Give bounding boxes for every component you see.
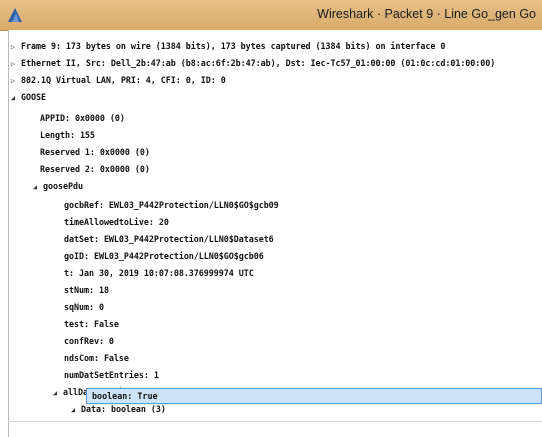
tree-item-numdatsetentries[interactable]: numDatSetEntries: 1 [64,367,159,383]
wireshark-fin-icon [8,8,22,22]
tree-item-label: Length: 155 [40,130,95,140]
tree-item-label: t: Jan 30, 2019 10:07:08.376999974 UTC [64,268,254,278]
tree-item-boolean-selected[interactable]: boolean: True [86,388,542,404]
triangle-down-icon[interactable]: ◢ [8,90,18,106]
tree-item-label: Reserved 2: 0x0000 (0) [40,164,150,174]
tree-item-label: test: False [64,319,119,329]
triangle-down-icon[interactable]: ◢ [50,385,60,401]
triangle-right-icon[interactable]: ▷ [8,39,18,55]
window-title: Wireshark · Packet 9 · Line Go_gen Go [317,7,536,21]
tree-item-label: goID: EWL03_P442Protection/LLN0$GO$gcb06 [64,251,264,261]
tree-item-datset[interactable]: datSet: EWL03_P442Protection/LLN0$Datase… [64,231,274,247]
tree-item-vlan[interactable]: ▷ 802.1Q Virtual LAN, PRI: 4, CFI: 0, ID:… [8,72,226,88]
triangle-right-icon[interactable]: ▷ [8,73,18,89]
pane-divider [8,421,542,422]
tree-item-label: numDatSetEntries: 1 [64,370,159,380]
triangle-down-icon[interactable]: ◢ [68,402,78,418]
tree-item-ethernet[interactable]: ▷ Ethernet II, Src: Dell_2b:47:ab (b8:ac:… [8,55,495,71]
tree-item-label: Data: boolean (3) [81,404,166,414]
tree-item-label: timeAllowedtoLive: 20 [64,217,169,227]
tree-item-appid[interactable]: APPID: 0x0000 (0) [40,110,125,126]
tree-item-label: sqNum: 0 [64,302,104,312]
tree-item-test[interactable]: test: False [64,316,119,332]
tree-item-label: confRev: 0 [64,336,114,346]
tree-item-label: datSet: EWL03_P442Protection/LLN0$Datase… [64,234,274,244]
tree-item-length[interactable]: Length: 155 [40,127,95,143]
tree-item-sqnum[interactable]: sqNum: 0 [64,299,104,315]
tree-item-stnum[interactable]: stNum: 18 [64,282,109,298]
tree-item-label: Reserved 1: 0x0000 (0) [40,147,150,157]
triangle-right-icon[interactable]: ▷ [8,56,18,72]
tree-item-label: goosePdu [43,181,83,191]
tree-item-goid[interactable]: goID: EWL03_P442Protection/LLN0$GO$gcb06 [64,248,264,264]
tree-item-confrev[interactable]: confRev: 0 [64,333,114,349]
tree-item-label: 802.1Q Virtual LAN, PRI: 4, CFI: 0, ID: … [21,75,226,85]
tree-item-timeallowedtolive[interactable]: timeAllowedtoLive: 20 [64,214,169,230]
window-titlebar[interactable]: Wireshark · Packet 9 · Line Go_gen Go [0,0,542,31]
tree-item-label: stNum: 18 [64,285,109,295]
tree-item-reserved1[interactable]: Reserved 1: 0x0000 (0) [40,144,150,160]
tree-item-gocbref[interactable]: gocbRef: EWL03_P442Protection/LLN0$GO$gc… [64,197,279,213]
tree-item-goosepdu[interactable]: ◢ goosePdu [30,178,83,194]
tree-item-label: gocbRef: EWL03_P442Protection/LLN0$GO$gc… [64,200,279,210]
tree-item-ndscom[interactable]: ndsCom: False [64,350,129,366]
tree-item-frame[interactable]: ▷ Frame 9: 173 bytes on wire (1384 bits),… [8,38,445,54]
tree-item-label: ndsCom: False [64,353,129,363]
tree-item-goose[interactable]: ◢ GOOSE [8,89,46,105]
tree-item-label: APPID: 0x0000 (0) [40,113,125,123]
tree-item-label: boolean: True [92,391,158,401]
tree-item-timestamp[interactable]: t: Jan 30, 2019 10:07:08.376999974 UTC [64,265,254,281]
tree-item-label: Frame 9: 173 bytes on wire (1384 bits), … [21,41,446,51]
tree-item-label: GOOSE [21,92,46,102]
tree-item-reserved2[interactable]: Reserved 2: 0x0000 (0) [40,161,150,177]
triangle-down-icon[interactable]: ◢ [30,179,40,195]
tree-item-label: Ethernet II, Src: Dell_2b:47:ab (b8:ac:6… [21,58,496,68]
